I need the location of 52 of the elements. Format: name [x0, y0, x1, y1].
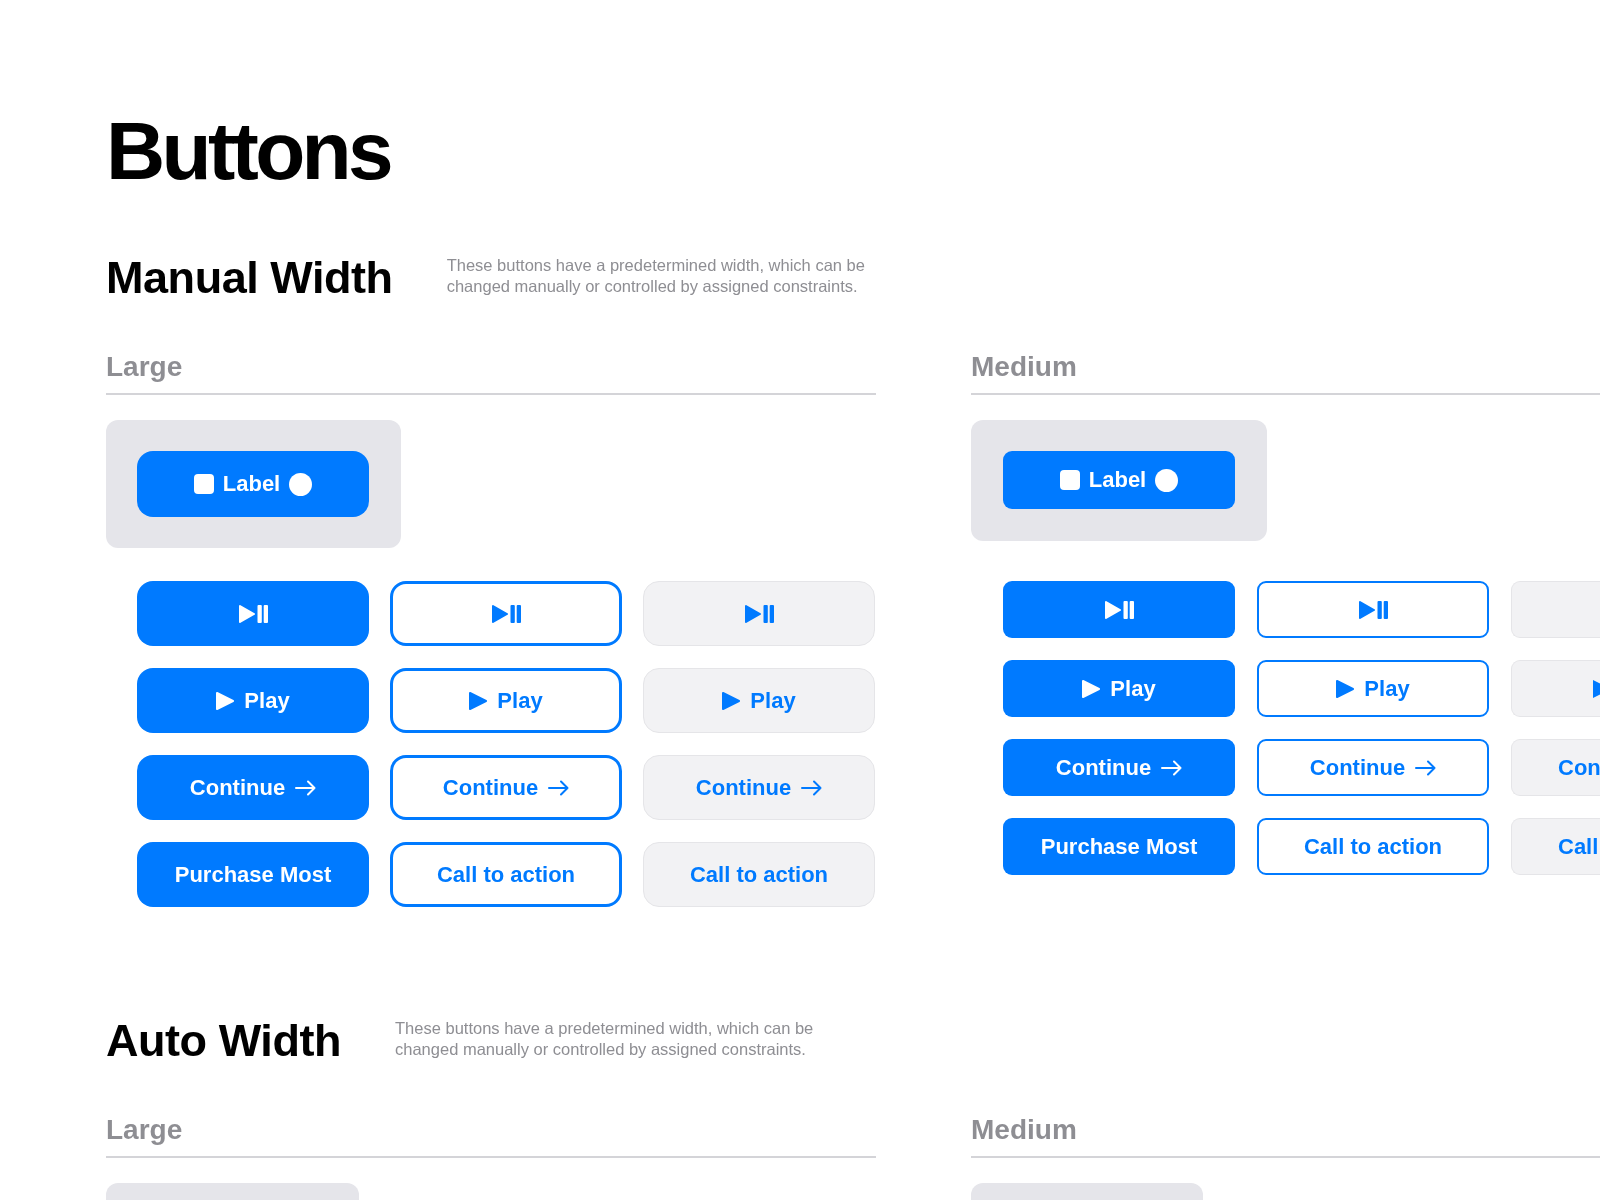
- page-title: Buttons: [106, 110, 390, 192]
- text-button[interactable]: Call to action: [1257, 818, 1489, 875]
- play-pause-button[interactable]: [1003, 581, 1235, 638]
- text-button[interactable]: Purchase Most: [1003, 818, 1235, 875]
- continue-button[interactable]: Continue: [643, 755, 875, 820]
- play-pause-icon: [1104, 600, 1134, 619]
- right-arrow-icon: [295, 779, 317, 796]
- section-heading: Auto Width: [106, 1018, 341, 1063]
- right-arrow-icon: [1161, 759, 1183, 776]
- right-arrow-icon: [548, 779, 570, 796]
- text-button[interactable]: Purchase Most: [137, 842, 369, 907]
- label-button[interactable]: Label: [1003, 451, 1235, 509]
- play-icon: [469, 691, 488, 710]
- text-button[interactable]: Call to action: [643, 842, 875, 907]
- text-button[interactable]: Call to action: [390, 842, 622, 907]
- circle-icon: [289, 472, 313, 496]
- play-pause-button[interactable]: [390, 581, 622, 646]
- play-icon: [1336, 679, 1355, 698]
- play-pause-button[interactable]: [137, 581, 369, 646]
- section-heading: Manual Width: [106, 255, 393, 300]
- play-button[interactable]: Play: [1003, 660, 1235, 717]
- continue-button[interactable]: Continue: [1257, 739, 1489, 796]
- size-label: Medium: [971, 1116, 1077, 1144]
- section-description: These buttons have a predetermined width, which can be changed manually or controlled by assigned constraints.: [395, 1018, 815, 1060]
- continue-button[interactable]: Continue: [1003, 739, 1235, 796]
- square-icon: [1059, 470, 1080, 490]
- play-pause-icon: [491, 604, 521, 623]
- play-pause-icon: [744, 604, 774, 623]
- circle-icon: [1155, 468, 1179, 492]
- play-icon: [722, 691, 741, 710]
- square-icon: [193, 474, 214, 494]
- text-button[interactable]: Con: [1511, 739, 1600, 796]
- right-arrow-icon: [801, 779, 823, 796]
- play-button[interactable]: Play: [1257, 660, 1489, 717]
- play-button[interactable]: Play: [137, 668, 369, 733]
- play-pause-icon: [238, 604, 268, 623]
- continue-button[interactable]: Continue: [390, 755, 622, 820]
- play-icon: [216, 691, 235, 710]
- right-arrow-icon: [1415, 759, 1437, 776]
- play-pause-button[interactable]: [1257, 581, 1489, 638]
- play-button[interactable]: Play: [390, 668, 622, 733]
- label-button[interactable]: Label: [137, 451, 369, 517]
- continue-button[interactable]: Continue: [137, 755, 369, 820]
- size-label: Large: [106, 1116, 183, 1144]
- size-label: Large: [106, 353, 183, 381]
- play-icon: [1593, 679, 1600, 698]
- size-label: Medium: [971, 353, 1077, 381]
- play-icon: [1082, 679, 1101, 698]
- play-pause-icon: [1358, 600, 1388, 619]
- section-description: These buttons have a predetermined width, which can be changed manually or controlled by assigned constraints.: [446, 255, 866, 297]
- play-button[interactable]: Play: [643, 668, 875, 733]
- text-button[interactable]: Call: [1511, 818, 1600, 875]
